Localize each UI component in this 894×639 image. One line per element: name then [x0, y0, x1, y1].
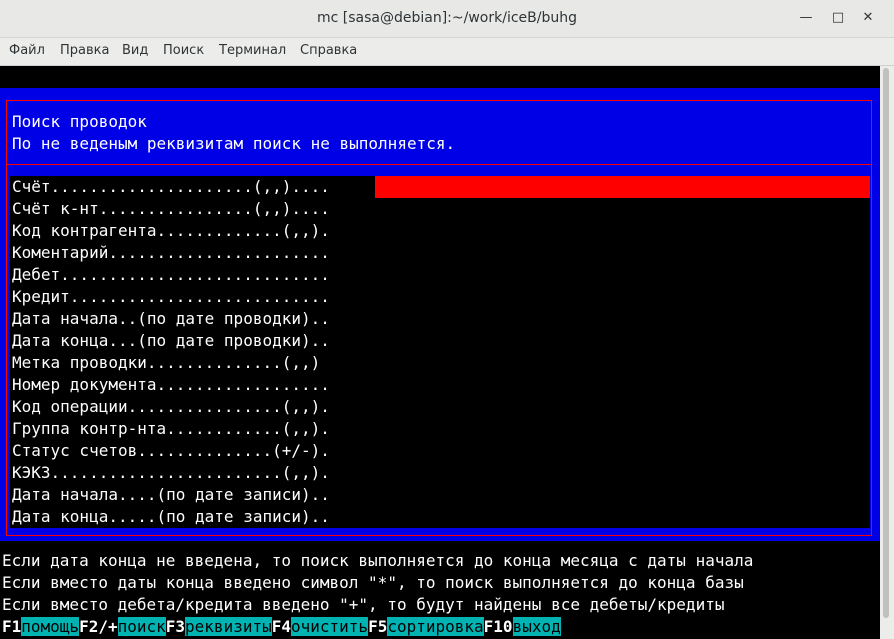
search-dialog: Поиск проводок По не веденым реквизитам …	[0, 88, 880, 541]
close-icon[interactable]: ✕	[858, 8, 878, 28]
field-end-date-posting[interactable]: Дата конца...(по дате проводки)..	[12, 330, 330, 352]
field-debit[interactable]: Дебет............................	[12, 264, 330, 286]
field-document-number[interactable]: Номер документа..................	[12, 374, 330, 396]
search-form: Счёт.....................(,,).... Счёт к…	[10, 176, 870, 528]
menu-terminal[interactable]: Терминал	[219, 43, 286, 58]
fkey-f3-key[interactable]: F3	[166, 617, 185, 636]
field-comment[interactable]: Коментарий.......................	[12, 242, 330, 264]
fkey-sort-label[interactable]: сортировка	[387, 617, 484, 636]
menubar: Файл Правка Вид Поиск Терминал Справка	[0, 38, 894, 66]
fkey-f4-key[interactable]: F4	[272, 617, 291, 636]
field-counterparty-group[interactable]: Группа контр-нта............(,,).	[12, 418, 330, 440]
terminal[interactable]: Поиск проводок По не веденым реквизитам …	[0, 66, 880, 639]
minimize-icon[interactable]: —	[796, 8, 816, 28]
fkey-requisites-label[interactable]: реквизиты	[185, 617, 272, 636]
fkey-f2-key[interactable]: F2/+	[79, 617, 118, 636]
field-counterparty-code[interactable]: Код контрагента.............(,,).	[12, 220, 330, 242]
terminal-scrollbar[interactable]	[880, 66, 894, 639]
field-kekz[interactable]: КЭКЗ........................(,,).	[12, 462, 330, 484]
menu-edit[interactable]: Правка	[60, 43, 109, 58]
menu-file[interactable]: Файл	[9, 43, 45, 58]
field-account[interactable]: Счёт.....................(,,)....	[12, 176, 330, 198]
menu-search[interactable]: Поиск	[163, 43, 204, 58]
fkey-f5-key[interactable]: F5	[368, 617, 387, 636]
maximize-icon[interactable]: □	[828, 8, 848, 28]
field-corr-account[interactable]: Счёт к-нт................(,,)....	[12, 198, 330, 220]
function-key-bar: F1помощьF2/+поискF3реквизитыF4очиститьF5…	[2, 616, 561, 639]
info-line-2: Если вместо даты конца введено символ "*…	[2, 573, 744, 592]
info-line-3: Если вместо дебета/кредита введено "+", …	[2, 595, 725, 614]
menu-view[interactable]: Вид	[122, 43, 148, 58]
field-start-date-posting[interactable]: Дата начала..(по дате проводки)..	[12, 308, 330, 330]
account-input-active[interactable]	[375, 176, 870, 198]
field-end-date-record[interactable]: Дата конца.....(по дате записи)..	[12, 506, 330, 528]
fkey-exit-label[interactable]: выход	[512, 617, 561, 636]
fkey-search-label[interactable]: поиск	[117, 617, 166, 636]
scrollbar-thumb[interactable]	[883, 68, 889, 618]
window-title: mc [sasa@debian]:~/work/iceB/buhg	[317, 10, 577, 26]
dialog-subtitle: По не веденым реквизитам поиск не выполн…	[12, 134, 456, 153]
info-line-1: Если дата конца не введена, то поиск вып…	[2, 551, 754, 570]
window-titlebar: mc [sasa@debian]:~/work/iceB/buhg — □ ✕	[0, 0, 894, 38]
fkey-help-label[interactable]: помощь	[21, 617, 80, 636]
dialog-separator	[6, 164, 872, 165]
fkey-clear-label[interactable]: очистить	[291, 617, 369, 636]
field-operation-code[interactable]: Код операции................(,,).	[12, 396, 330, 418]
menu-help[interactable]: Справка	[300, 43, 357, 58]
fkey-f1-key[interactable]: F1	[2, 617, 21, 636]
dialog-title: Поиск проводок	[12, 112, 147, 131]
field-posting-mark[interactable]: Метка проводки..............(,,)	[12, 352, 320, 374]
field-credit[interactable]: Кредит...........................	[12, 286, 330, 308]
field-account-status[interactable]: Статус счетов..............(+/-).	[12, 440, 330, 462]
field-start-date-record[interactable]: Дата начала....(по дате записи)..	[12, 484, 330, 506]
fkey-f10-key[interactable]: F10	[484, 617, 513, 636]
